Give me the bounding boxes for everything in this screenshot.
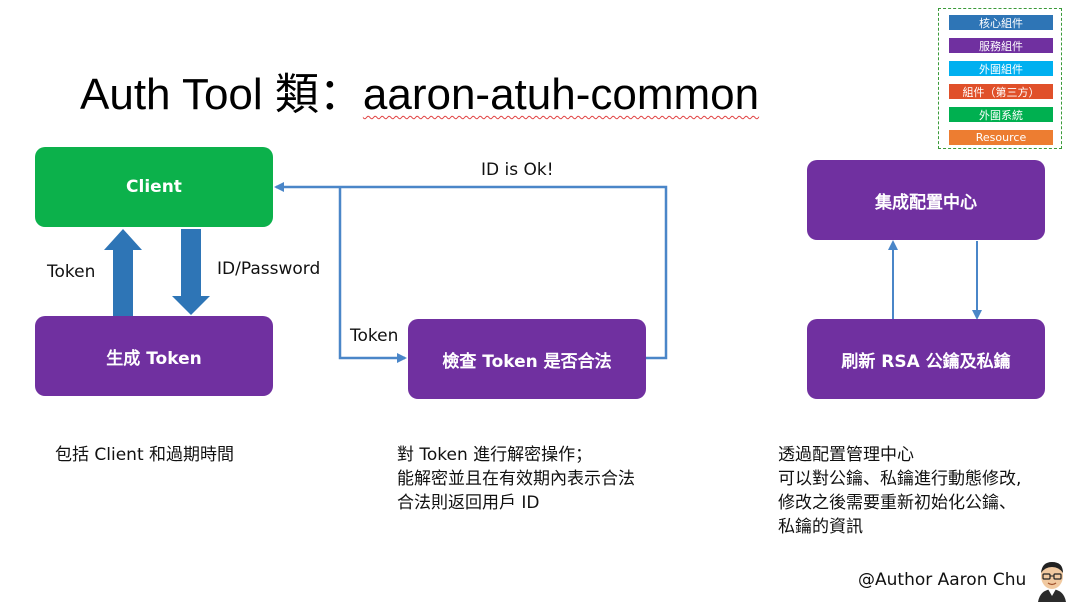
refresh-rsa-description: 透過配置管理中心 可以對公鑰、私鑰進行動態修改, 修改之後需要重新初始化公鑰、 … [778,443,1021,539]
description-line: 私鑰的資訊 [778,517,863,537]
author-avatar-icon [1038,562,1066,602]
generate-token-node: 生成 Token [35,316,273,396]
token-up-block-arrow [104,229,142,316]
edge-label-token-up: Token [47,262,96,282]
check-token-description: 對 Token 進行解密操作； 能解密並且在有效期內表示合法 合法則返回用戶 I… [397,443,635,515]
description-line: 修改之後需要重新初始化公鑰、 [778,493,1016,513]
description-line: 透過配置管理中心 [778,445,914,465]
description-line: 包括 Client 和過期時間 [55,445,235,465]
id-password-down-block-arrow [172,229,210,315]
edge-label-id-password: ID/Password [217,259,321,279]
generate-token-description: 包括 Client 和過期時間 [55,443,234,467]
generate-token-node-label: 生成 Token [106,348,202,369]
description-line: 對 Token 進行解密操作； [397,445,593,465]
client-node: Client [35,147,273,227]
check-token-node-label: 檢查 Token 是否合法 [442,351,612,372]
check-token-node: 檢查 Token 是否合法 [408,319,646,399]
description-line: 能解密並且在有效期內表示合法 [397,469,635,489]
description-line: 可以對公鑰、私鑰進行動態修改, [778,469,1022,489]
refresh-rsa-node-label: 刷新 RSA 公鑰及私鑰 [841,351,1011,372]
author-credit: @Author Aaron Chu [858,570,1027,590]
config-center-node-label: 集成配置中心 [875,192,977,213]
description-line: 合法則返回用戶 ID [397,493,540,513]
edge-label-token-to-check: Token [350,326,399,346]
client-node-label: Client [126,177,182,197]
refresh-rsa-node: 刷新 RSA 公鑰及私鑰 [807,319,1045,399]
config-center-node: 集成配置中心 [807,160,1045,240]
edge-label-id-ok: ID is Ok! [481,160,554,180]
